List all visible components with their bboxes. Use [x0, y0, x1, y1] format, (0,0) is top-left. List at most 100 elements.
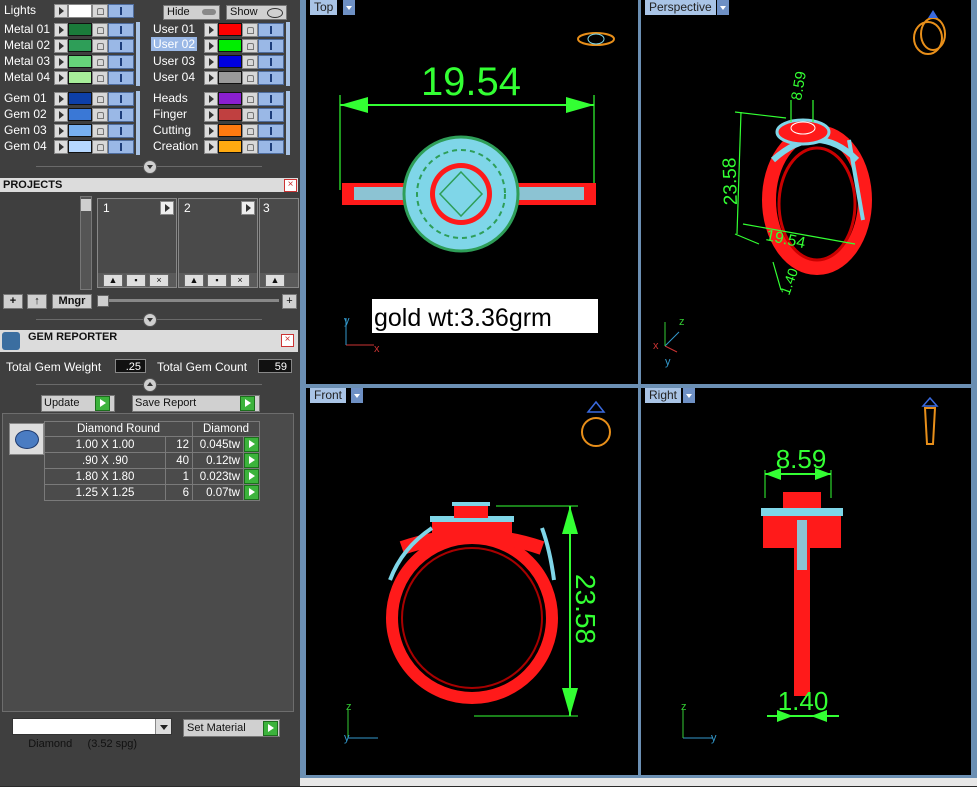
project-slot[interactable]: 3 ▲	[259, 198, 299, 288]
row-action-cell[interactable]	[243, 468, 260, 485]
row-action-cell[interactable]	[243, 484, 260, 501]
set-material-play-icon[interactable]	[263, 721, 278, 736]
layer-color-swatch[interactable]	[218, 108, 242, 121]
slot-save-icon[interactable]: ▪	[126, 274, 146, 287]
lock-icon[interactable]	[242, 55, 258, 69]
layer-expand-icon[interactable]	[54, 23, 68, 37]
slider-thumb[interactable]	[81, 199, 91, 211]
layer-expand-icon[interactable]	[54, 140, 68, 154]
projects-close-icon[interactable]: ×	[284, 179, 297, 192]
material-select[interactable]: Diamond (3.52 spg)	[12, 718, 172, 750]
lock-icon[interactable]	[242, 92, 258, 106]
layer-color-swatch[interactable]	[68, 92, 92, 105]
projects-vertical-slider[interactable]	[80, 196, 92, 290]
layer-expand-icon[interactable]	[204, 92, 218, 106]
slot-upload-icon[interactable]: ▲	[184, 274, 204, 287]
row-play-icon[interactable]	[244, 485, 259, 500]
front-viewport[interactable]: Front 23.58 z y	[306, 388, 638, 775]
visibility-toggle[interactable]	[108, 92, 134, 106]
slot-delete-icon[interactable]: ×	[149, 274, 169, 287]
layer-expand-icon[interactable]	[54, 124, 68, 138]
row-action-cell[interactable]	[243, 436, 260, 453]
layer-expand-icon[interactable]	[204, 55, 218, 69]
up-project-button[interactable]: ↑	[27, 294, 47, 309]
mngr-button[interactable]: Mngr	[52, 294, 92, 309]
add-slot-button[interactable]: +	[282, 294, 297, 309]
visibility-toggle[interactable]	[108, 71, 134, 85]
visibility-toggle[interactable]	[108, 108, 134, 122]
update-play-icon[interactable]	[95, 396, 110, 411]
lock-icon[interactable]	[242, 39, 258, 53]
lights-expand-icon[interactable]	[54, 4, 68, 18]
lights-color-swatch[interactable]	[68, 4, 92, 18]
layer-expand-icon[interactable]	[204, 124, 218, 138]
visibility-toggle[interactable]	[108, 124, 134, 138]
visibility-toggle[interactable]	[258, 108, 284, 122]
row-play-icon[interactable]	[244, 437, 259, 452]
lock-icon[interactable]	[92, 124, 108, 138]
hide-button[interactable]: Hide	[163, 5, 220, 20]
lock-icon[interactable]	[242, 71, 258, 85]
visibility-toggle[interactable]	[258, 71, 284, 85]
lock-icon[interactable]	[242, 108, 258, 122]
slot-upload-icon[interactable]: ▲	[265, 274, 285, 287]
layer-expand-icon[interactable]	[204, 39, 218, 53]
perspective-viewport[interactable]: Perspective 8.59 23.58 19.54 1.40 x z y	[641, 0, 971, 384]
visibility-toggle[interactable]	[108, 39, 134, 53]
visibility-toggle[interactable]	[258, 140, 284, 154]
show-button[interactable]: Show	[226, 5, 287, 20]
layer-expand-icon[interactable]	[204, 71, 218, 85]
slot-delete-icon[interactable]: ×	[230, 274, 250, 287]
slot-arrow-icon[interactable]	[241, 201, 255, 215]
projects-horizontal-slider[interactable]	[97, 295, 279, 307]
add-project-button[interactable]: +	[3, 294, 23, 309]
project-slot[interactable]: 2 ▲ ▪ ×	[178, 198, 258, 288]
layer-expand-icon[interactable]	[54, 92, 68, 106]
total-gem-weight-field[interactable]: .25	[115, 359, 146, 373]
visibility-toggle[interactable]	[258, 23, 284, 37]
collapse-toggle-icon[interactable]	[143, 313, 157, 327]
slot-arrow-icon[interactable]	[160, 201, 174, 215]
layer-expand-icon[interactable]	[54, 108, 68, 122]
lock-icon[interactable]	[92, 23, 108, 37]
lock-icon[interactable]	[92, 108, 108, 122]
right-viewport[interactable]: Right 8.59 1.40 z y	[641, 388, 971, 775]
layer-color-swatch[interactable]	[68, 140, 92, 153]
layer-expand-icon[interactable]	[204, 140, 218, 154]
layer-color-swatch[interactable]	[218, 55, 242, 68]
top-viewport[interactable]: Top 19.54 gold wt:3.36grm x y	[306, 0, 638, 384]
layer-color-swatch[interactable]	[218, 140, 242, 153]
project-slot[interactable]: 1 ▲ ▪ ×	[97, 198, 177, 288]
save-report-play-icon[interactable]	[240, 396, 255, 411]
lock-icon[interactable]	[92, 39, 108, 53]
layer-color-swatch[interactable]	[68, 124, 92, 137]
lights-visibility-toggle[interactable]	[108, 4, 134, 18]
visibility-toggle[interactable]	[258, 124, 284, 138]
layer-color-swatch[interactable]	[218, 124, 242, 137]
slot-upload-icon[interactable]: ▲	[103, 274, 123, 287]
layer-color-swatch[interactable]	[68, 23, 92, 36]
visibility-toggle[interactable]	[258, 92, 284, 106]
layer-color-swatch[interactable]	[218, 39, 242, 52]
lock-icon[interactable]	[242, 124, 258, 138]
lights-lock-icon[interactable]	[92, 4, 108, 18]
layer-color-swatch[interactable]	[68, 39, 92, 52]
layer-color-swatch[interactable]	[218, 23, 242, 36]
layer-label-selected[interactable]: User 02	[151, 37, 198, 51]
row-action-cell[interactable]	[243, 452, 260, 469]
slider-thumb[interactable]	[97, 295, 109, 307]
visibility-toggle[interactable]	[258, 39, 284, 53]
visibility-toggle[interactable]	[108, 55, 134, 69]
lock-icon[interactable]	[242, 140, 258, 154]
layer-color-swatch[interactable]	[68, 108, 92, 121]
layer-color-swatch[interactable]	[68, 71, 92, 84]
expand-toggle-icon[interactable]	[143, 378, 157, 392]
row-play-icon[interactable]	[244, 469, 259, 484]
visibility-toggle[interactable]	[108, 23, 134, 37]
layer-expand-icon[interactable]	[54, 71, 68, 85]
total-gem-count-field[interactable]: 59	[258, 359, 292, 373]
gem-reporter-close-icon[interactable]: ×	[281, 334, 294, 347]
layer-expand-icon[interactable]	[54, 39, 68, 53]
layer-color-swatch[interactable]	[218, 92, 242, 105]
lock-icon[interactable]	[242, 23, 258, 37]
